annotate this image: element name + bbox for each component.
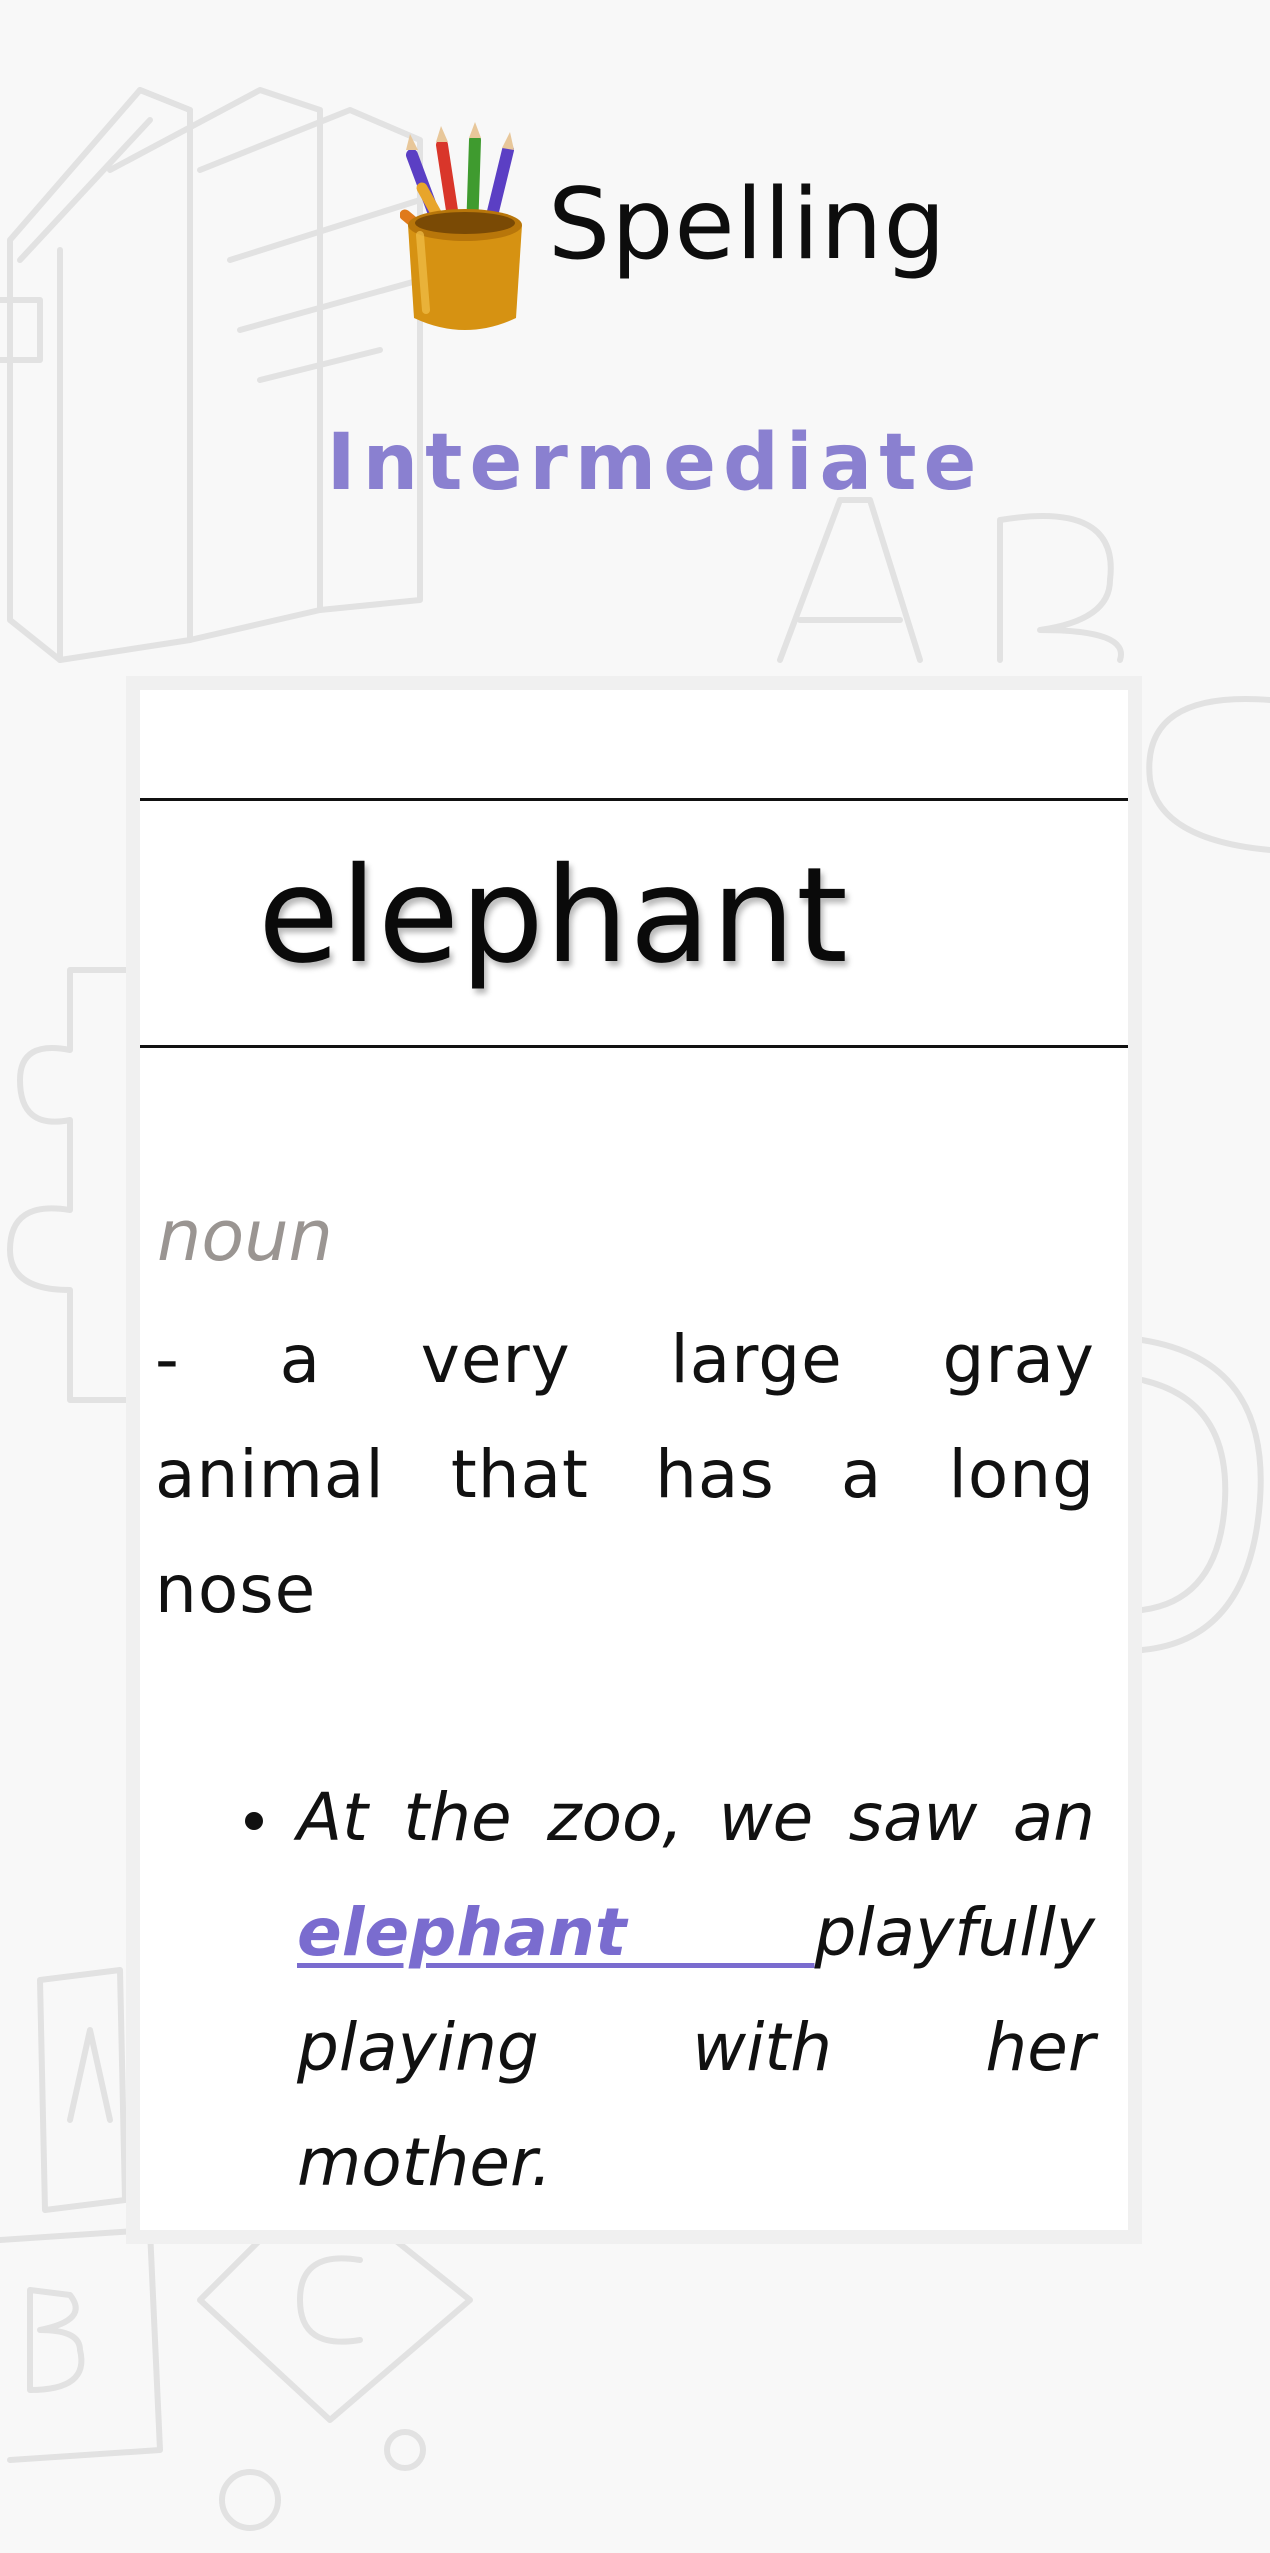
spelling-word: elephant	[258, 839, 849, 993]
letter-s-doodle	[1146, 696, 1270, 853]
example-before: At the zoo, we saw an	[297, 1779, 1095, 1856]
circle-doodle	[1139, 1337, 1264, 1653]
word-card: elephant noun - a very large gray animal…	[126, 676, 1142, 2244]
example-highlight-word: elephant	[297, 1894, 815, 1971]
definition: - a very large gray animal that has a lo…	[155, 1321, 1095, 1628]
word-band: elephant	[140, 798, 1128, 1048]
bullet-icon	[245, 1812, 263, 1830]
part-of-speech: noun	[157, 1195, 333, 1277]
app-title: Spelling	[548, 168, 947, 282]
difficulty-level: Intermediate	[326, 418, 984, 508]
logo-row: Spelling	[400, 120, 947, 340]
pencil-cup-icon	[400, 122, 522, 330]
header: Spelling Intermediate	[0, 0, 1270, 560]
example-sentence: At the zoo, we saw an elephant playfully…	[237, 1760, 1095, 2220]
example-list: At the zoo, we saw an elephant playfully…	[237, 1760, 1095, 2220]
puzzle-doodle	[7, 967, 133, 1403]
